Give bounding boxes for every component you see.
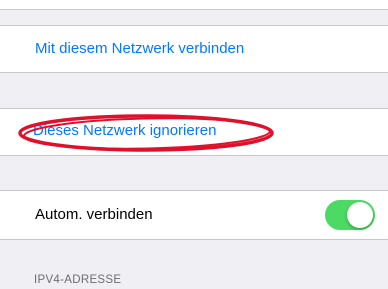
toggle-knob [347,202,373,228]
auto-join-row: Autom. verbinden [0,191,388,239]
auto-join-label: Autom. verbinden [35,206,153,223]
connect-network-item[interactable]: Mit diesem Netzwerk verbinden [0,26,388,72]
ignore-network-item[interactable]: Dieses Netzwerk ignorieren [0,109,388,155]
separator [0,155,388,156]
wifi-network-settings-screen: Mit diesem Netzwerk verbinden Dieses Net… [0,0,388,289]
separator [0,72,388,73]
ignore-network-label: Dieses Netzwerk ignorieren [33,122,217,139]
separator [0,9,388,10]
connect-network-label: Mit diesem Netzwerk verbinden [35,40,245,57]
previous-row-bottom [0,0,388,9]
ipv4-section-header: IPV4-ADRESSE [34,274,122,286]
auto-join-toggle[interactable] [325,200,375,230]
separator [0,239,388,240]
